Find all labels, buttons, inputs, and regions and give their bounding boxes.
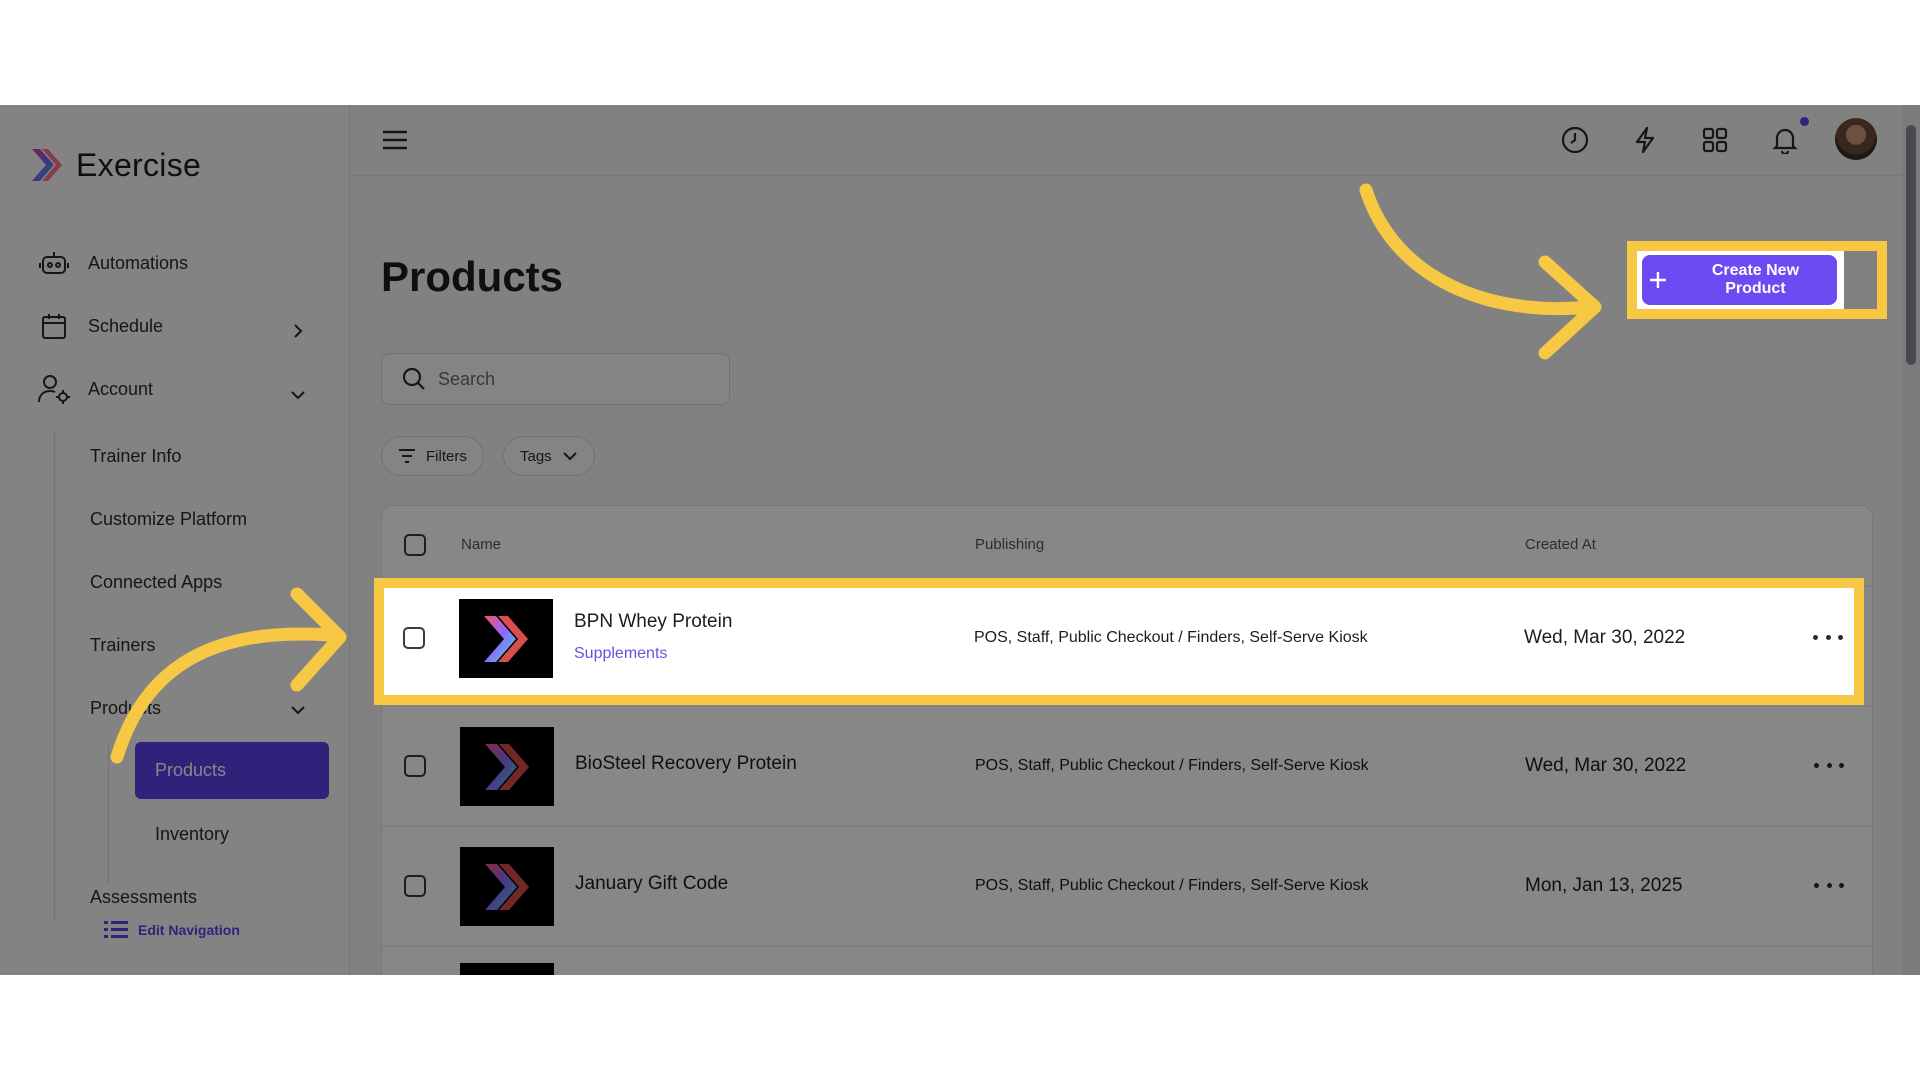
- tutorial-arrows: [110, 183, 1602, 764]
- app-window: Exercise Automations Schedule Account Tr…: [0, 105, 1920, 975]
- arrow-to-create-button: [1359, 183, 1597, 316]
- arrow-to-highlighted-row: [110, 627, 337, 764]
